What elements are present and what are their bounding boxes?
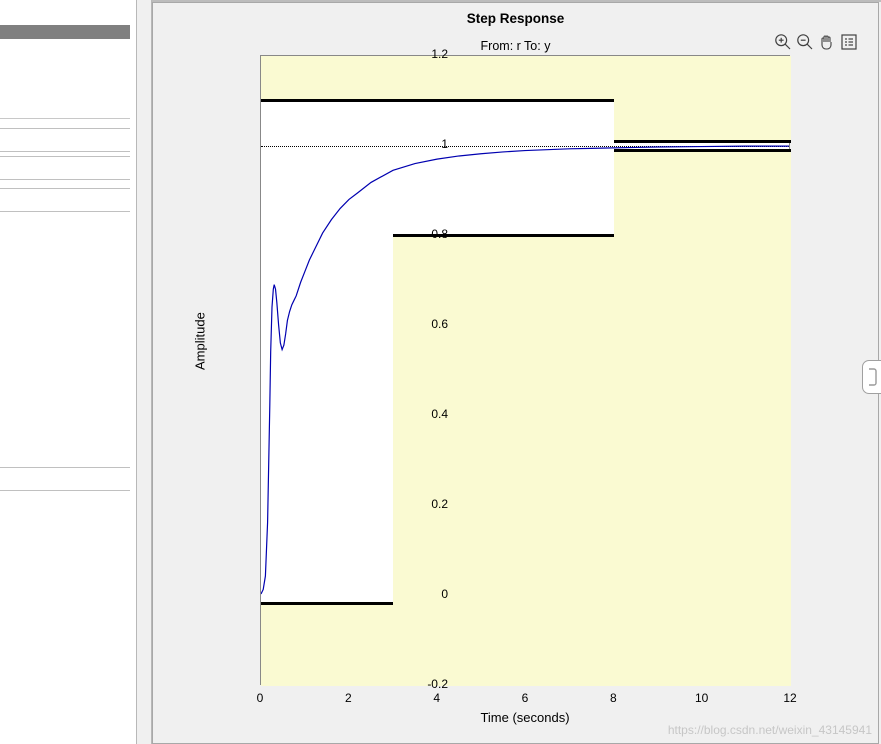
y-tick-label: 0.6 <box>388 317 448 331</box>
watermark: https://blog.csdn.net/weixin_43145941 <box>668 723 872 737</box>
left-panel-field-1[interactable] <box>0 128 130 152</box>
y-tick-label: 1 <box>388 137 448 151</box>
x-tick-label: 0 <box>245 691 275 705</box>
left-panel-field-2[interactable] <box>0 156 130 180</box>
pan-hand-icon[interactable] <box>818 33 836 51</box>
response-curve <box>261 56 789 684</box>
y-tick-label: 0.2 <box>388 497 448 511</box>
data-tips-icon[interactable] <box>840 33 858 51</box>
y-axis-label: Amplitude <box>193 312 208 370</box>
axes[interactable] <box>260 55 790 685</box>
app-root: Step Response From: r To: y <box>0 0 881 744</box>
plot-frame: Step Response From: r To: y <box>152 2 879 744</box>
x-tick-label: 12 <box>775 691 805 705</box>
y-tick-label: 0.4 <box>388 407 448 421</box>
y-tick-label: 0 <box>388 587 448 601</box>
plot-title: Step Response <box>153 11 878 26</box>
x-tick-label: 6 <box>510 691 540 705</box>
left-panel-field-4[interactable] <box>0 467 130 491</box>
x-tick-label: 8 <box>598 691 628 705</box>
plot-toolbar <box>774 33 858 51</box>
vertical-splitter[interactable] <box>136 0 152 744</box>
left-panel-selection[interactable] <box>0 25 130 39</box>
x-tick-label: 10 <box>687 691 717 705</box>
collapse-handle[interactable] <box>862 360 881 394</box>
left-panel <box>0 0 136 744</box>
x-tick-label: 2 <box>333 691 363 705</box>
x-tick-label: 4 <box>422 691 452 705</box>
y-tick-label: 0.8 <box>388 227 448 241</box>
y-tick-label: -0.2 <box>388 677 448 691</box>
plot-panel: Step Response From: r To: y <box>152 0 881 744</box>
plot-subtitle: From: r To: y <box>153 39 878 53</box>
left-panel-separator <box>0 118 130 119</box>
zoom-in-icon[interactable] <box>774 33 792 51</box>
zoom-out-icon[interactable] <box>796 33 814 51</box>
y-tick-label: 1.2 <box>388 47 448 61</box>
left-panel-field-3[interactable] <box>0 188 130 212</box>
